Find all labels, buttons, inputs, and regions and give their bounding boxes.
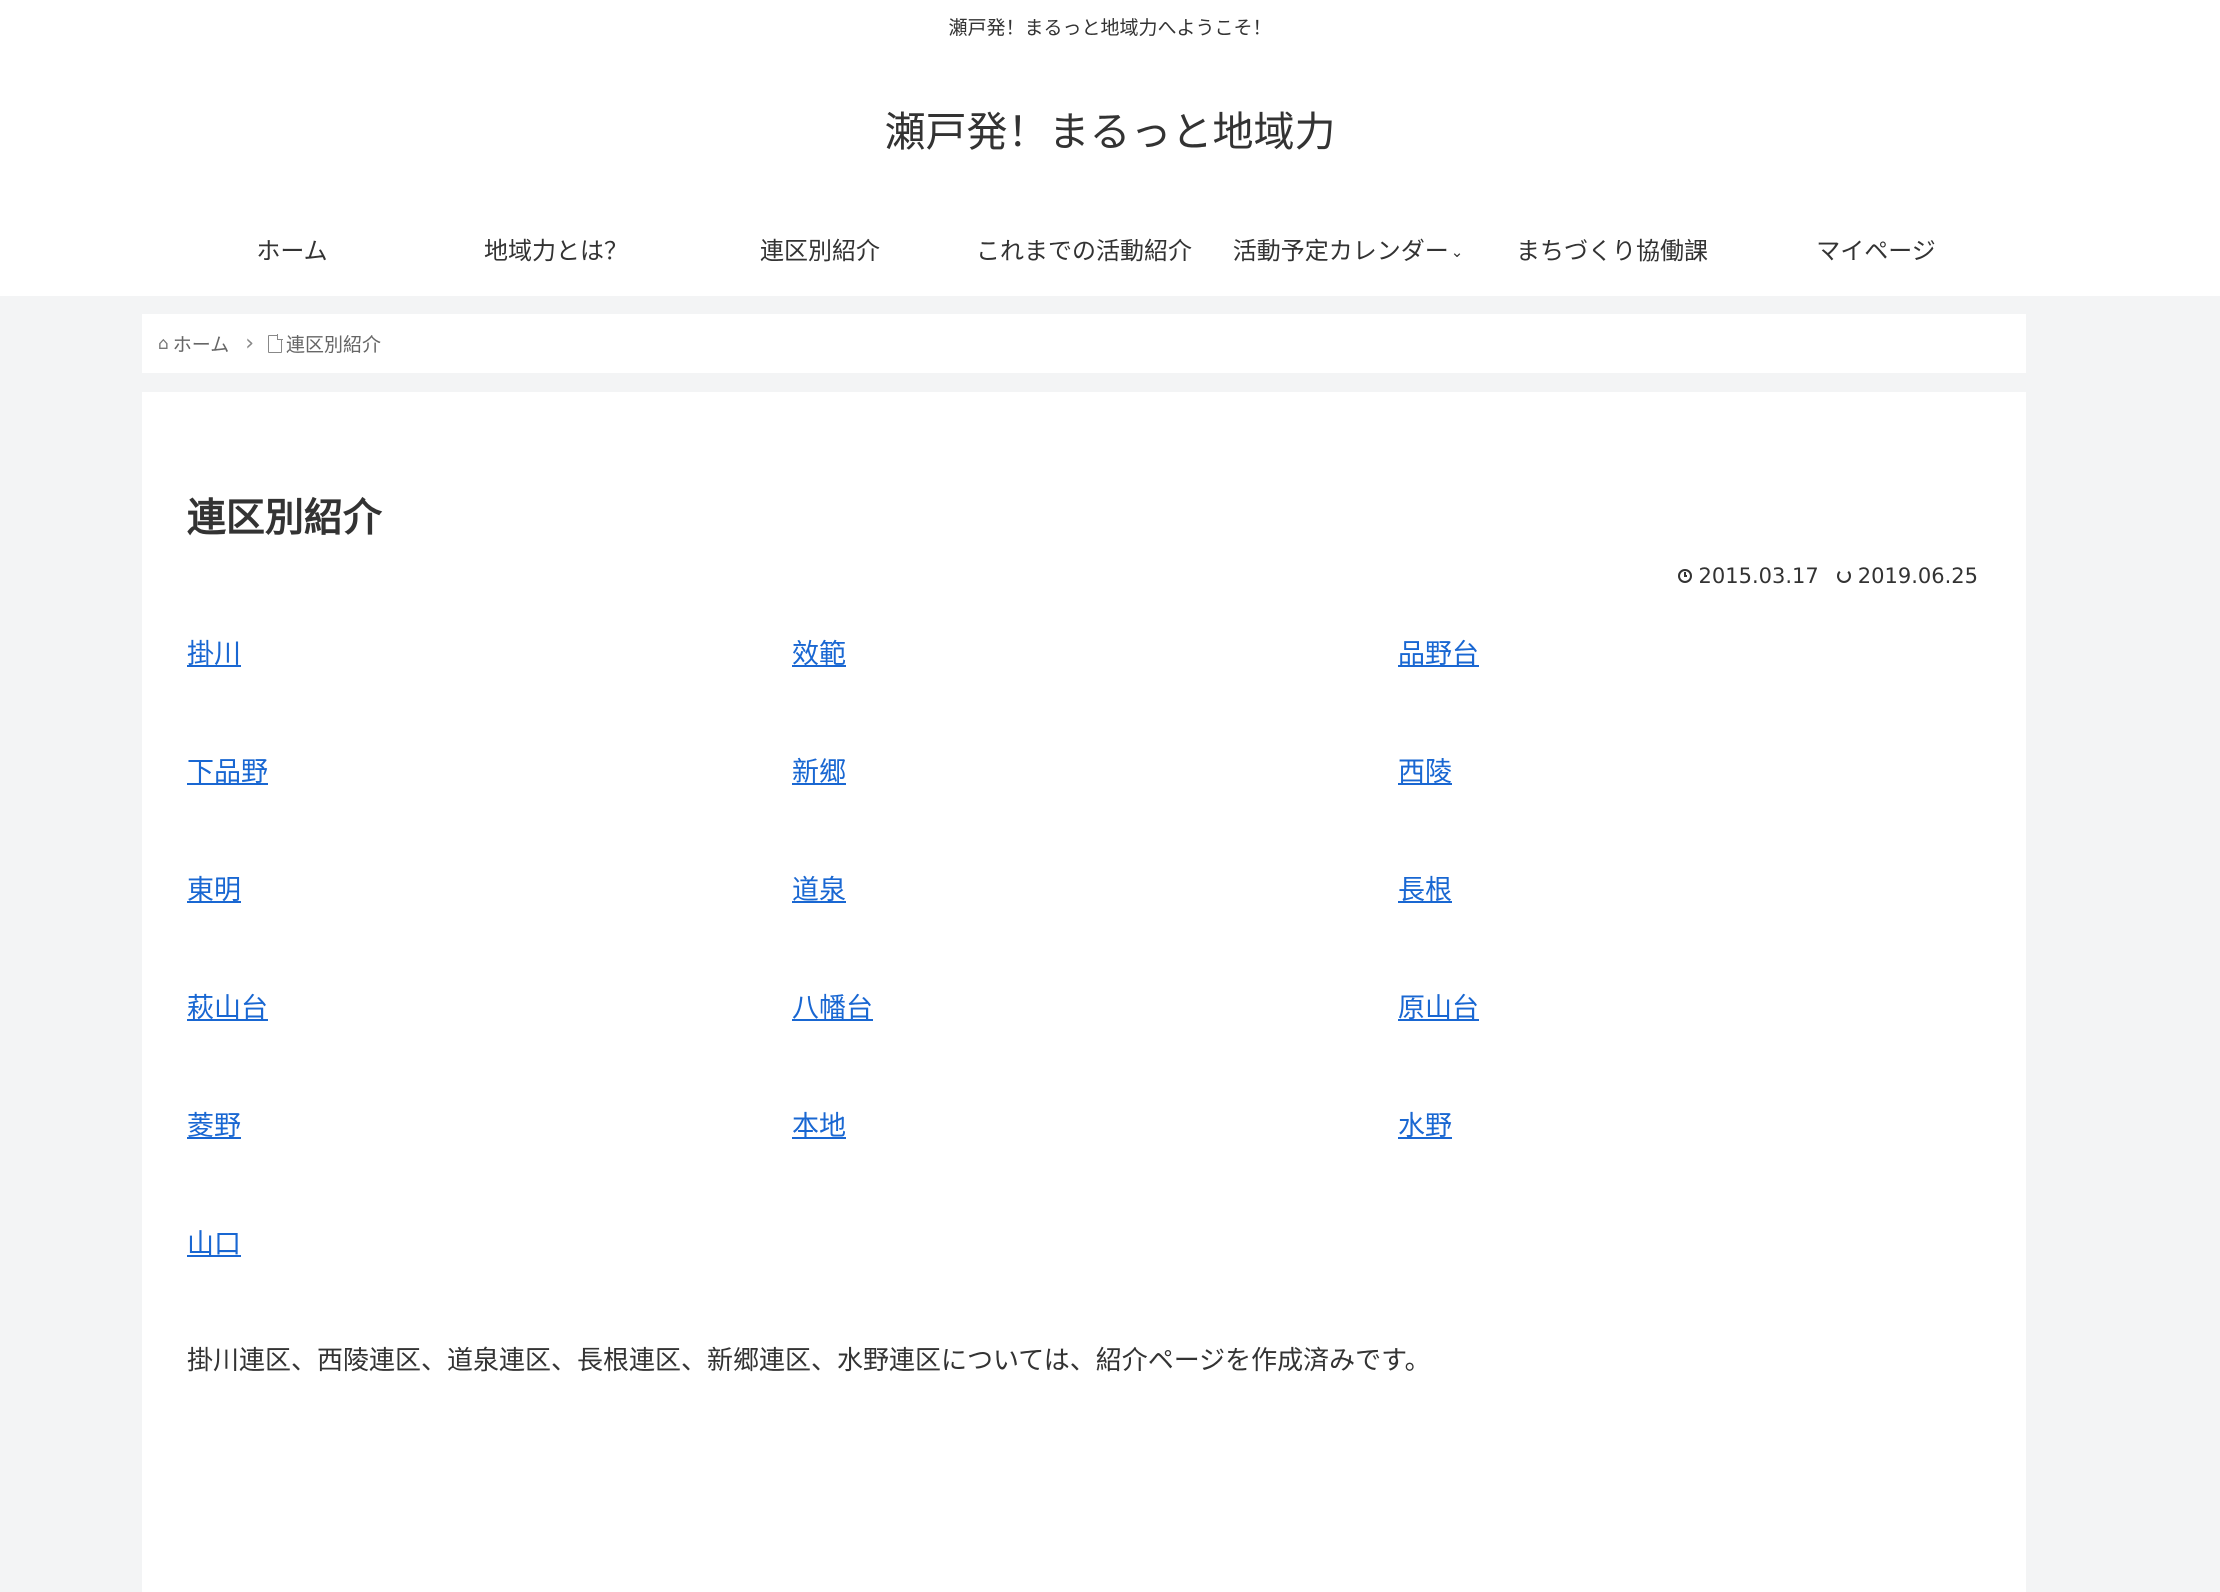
- district-link[interactable]: 新郷: [792, 750, 846, 789]
- article-content: 連区別紹介 2015.03.17 2019.06.25 掛川 效範 品野台 下品…: [142, 392, 2026, 1592]
- nav-item-home[interactable]: ホーム: [160, 220, 424, 282]
- home-icon: ⌂: [158, 333, 169, 354]
- district-link[interactable]: 本地: [792, 1104, 846, 1143]
- district-link[interactable]: 水野: [1398, 1104, 1452, 1143]
- site-header: 瀬戸発！まるっと地域力へようこそ！ 瀬戸発！まるっと地域力 ホーム 地域力とは？…: [0, 0, 2220, 296]
- post-dates: 2015.03.17 2019.06.25: [1677, 564, 1978, 588]
- district-link[interactable]: 品野台: [1398, 632, 1479, 671]
- nav-item-machizukuri[interactable]: まちづくり協働課: [1480, 220, 1744, 282]
- district-link[interactable]: 下品野: [187, 750, 268, 789]
- district-link[interactable]: 長根: [1398, 868, 1452, 907]
- district-link[interactable]: 掛川: [187, 632, 241, 671]
- nav-item-mypage[interactable]: マイページ: [1744, 220, 2008, 282]
- site-title[interactable]: 瀬戸発！まるっと地域力: [0, 98, 2220, 158]
- district-row: 下品野 新郷 西陵: [187, 750, 1987, 868]
- nav-item-activities[interactable]: これまでの活動紹介: [952, 220, 1216, 282]
- nav-item-about[interactable]: 地域力とは？: [424, 220, 688, 282]
- clock-icon: [1677, 569, 1692, 583]
- district-link[interactable]: 原山台: [1398, 986, 1479, 1025]
- district-link[interactable]: 道泉: [792, 868, 846, 907]
- district-row: 掛川 效範 品野台: [187, 632, 1987, 750]
- page-title: 連区別紹介: [187, 496, 383, 541]
- breadcrumb-current: 連区別紹介: [286, 334, 382, 356]
- breadcrumb-separator-icon: ›: [245, 331, 255, 356]
- history-icon: [1836, 569, 1851, 583]
- district-link[interactable]: 八幡台: [792, 986, 873, 1025]
- district-link[interactable]: 山口: [187, 1222, 241, 1261]
- breadcrumb: ⌂ ホーム › 連区別紹介: [142, 314, 2026, 373]
- breadcrumb-home-link[interactable]: ホーム: [173, 330, 229, 357]
- district-row: 山口: [187, 1222, 1987, 1340]
- nav-item-calendar-label: 活動予定カレンダー: [1232, 237, 1449, 265]
- site-tagline: 瀬戸発！まるっと地域力へようこそ！: [948, 17, 1272, 39]
- district-row: 菱野 本地 水野: [187, 1104, 1987, 1222]
- nav-item-districts[interactable]: 連区別紹介: [688, 220, 952, 282]
- article-note: 掛川連区、西陵連区、道泉連区、長根連区、新郷連区、水野連区については、紹介ページ…: [187, 1346, 1431, 1376]
- district-links: 掛川 效範 品野台 下品野 新郷 西陵 東明 道泉 長根 萩山台 八幡台 原山台…: [187, 632, 1987, 1340]
- file-icon: [268, 333, 284, 353]
- site-title-link[interactable]: 瀬戸発！まるっと地域力: [885, 108, 1336, 156]
- district-row: 萩山台 八幡台 原山台: [187, 986, 1987, 1104]
- district-link[interactable]: 萩山台: [187, 986, 268, 1025]
- chevron-down-icon: ⌄: [1450, 243, 1464, 261]
- nav-item-calendar[interactable]: 活動予定カレンダー ⌄: [1216, 220, 1480, 282]
- district-row: 東明 道泉 長根: [187, 868, 1987, 986]
- posted-date: 2015.03.17: [1698, 564, 1819, 588]
- district-link[interactable]: 西陵: [1398, 750, 1452, 789]
- updated-date: 2019.06.25: [1857, 564, 1978, 588]
- district-link[interactable]: 菱野: [187, 1104, 241, 1143]
- district-link[interactable]: 效範: [792, 632, 846, 671]
- global-nav: ホーム 地域力とは？ 連区別紹介 これまでの活動紹介 活動予定カレンダー ⌄ まち…: [160, 220, 2060, 282]
- district-link[interactable]: 東明: [187, 868, 241, 907]
